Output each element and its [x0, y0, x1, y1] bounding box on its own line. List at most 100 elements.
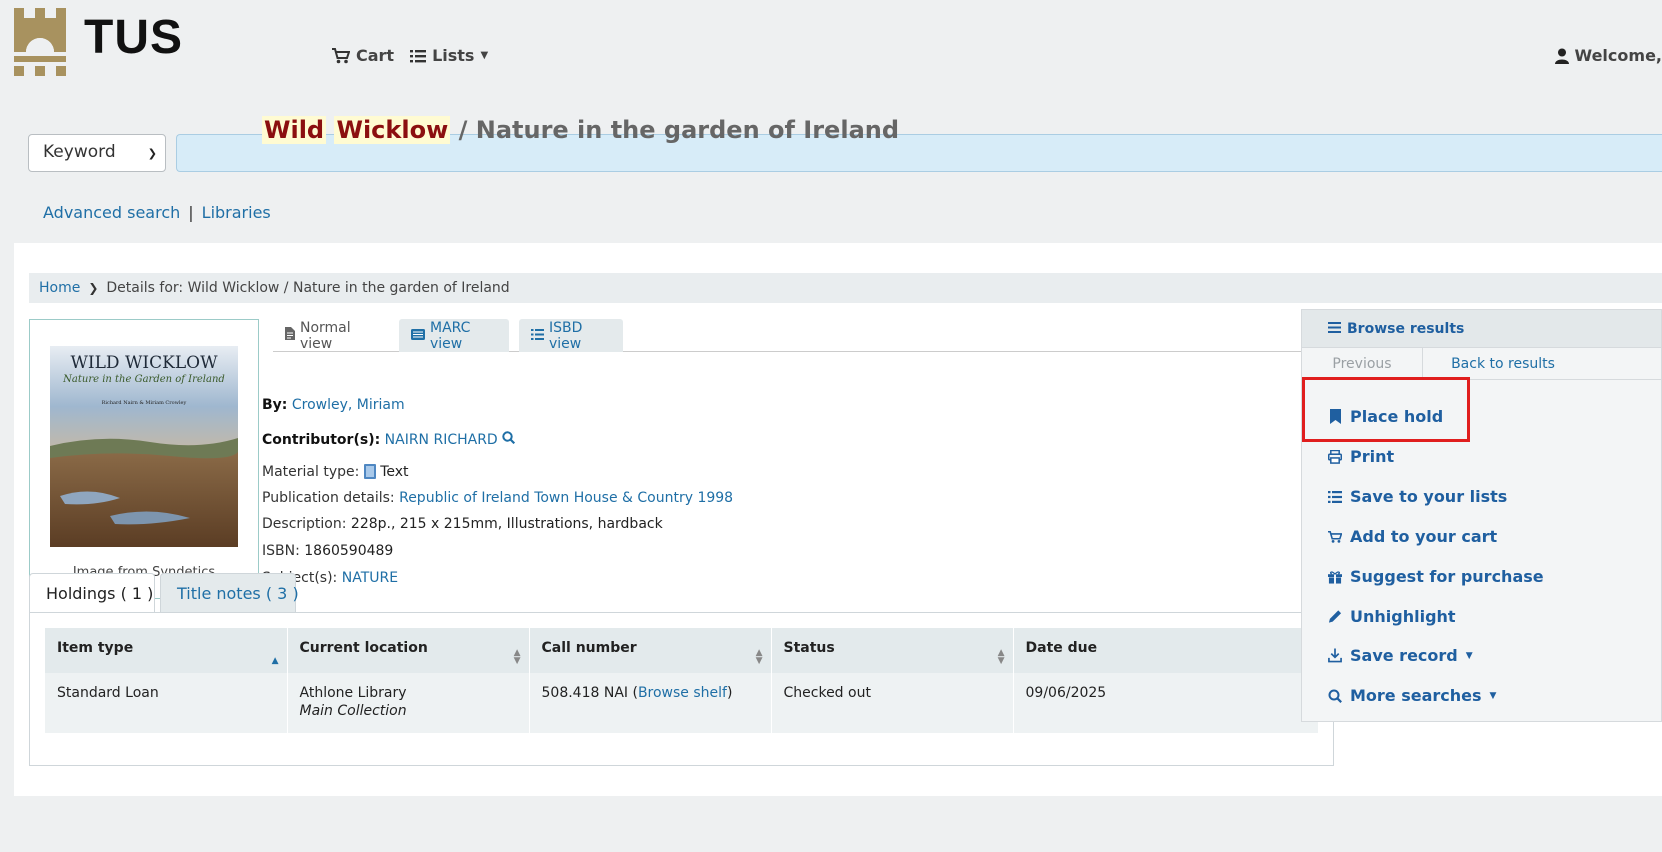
- cart-icon: [1328, 529, 1342, 545]
- sort-asc-icon: ▲: [271, 656, 279, 666]
- search-icon: [1328, 688, 1342, 704]
- document-icon: [285, 327, 295, 344]
- cover-subtitle: Nature in the Garden of Ireland: [62, 374, 225, 385]
- unhighlight-label: Unhighlight: [1350, 607, 1456, 626]
- unhighlight-action[interactable]: Unhighlight: [1328, 607, 1456, 626]
- save-record-label: Save record: [1350, 646, 1458, 665]
- description-value: 228p., 215 x 215mm, Illustrations, hardb…: [350, 516, 663, 532]
- description-row: Description: 228p., 215 x 215mm, Illustr…: [262, 516, 663, 532]
- print-icon: [1328, 449, 1342, 465]
- user-icon: [1554, 48, 1569, 64]
- author-link[interactable]: Crowley, Miriam: [292, 397, 405, 413]
- book-cover-image[interactable]: WILD WICKLOW Nature in the Garden of Ire…: [50, 346, 238, 547]
- column-header-item-type[interactable]: Item type ▲: [45, 628, 288, 673]
- cell-date-due: 09/06/2025: [1013, 673, 1319, 733]
- print-label: Print: [1350, 447, 1395, 466]
- pencil-icon: [1328, 609, 1342, 625]
- libraries-link[interactable]: Libraries: [202, 203, 271, 222]
- tab-holdings[interactable]: Holdings ( 1 ): [29, 573, 155, 613]
- tus-castle-icon: [14, 8, 66, 76]
- tus-logo[interactable]: [14, 8, 66, 80]
- print-action[interactable]: Print: [1328, 447, 1394, 466]
- search-icon[interactable]: [502, 431, 516, 448]
- welcome-text: Welcome,: [1574, 46, 1662, 65]
- cover-title: WILD WICKLOW: [70, 353, 218, 373]
- suggest-purchase-label: Suggest for purchase: [1350, 567, 1544, 586]
- tab-isbd-view[interactable]: ISBD view: [519, 319, 623, 352]
- tab-normal-view[interactable]: Normal view: [273, 319, 393, 352]
- sort-icon: ▲▼: [513, 648, 521, 666]
- publication-label: Publication details:: [262, 490, 395, 506]
- column-header-date-due[interactable]: Date due ▲▼: [1013, 628, 1319, 673]
- user-menu[interactable]: Welcome,: [1554, 46, 1662, 65]
- cart-link[interactable]: Cart: [332, 46, 394, 65]
- add-to-cart-action[interactable]: Add to your cart: [1328, 527, 1497, 546]
- contributors-row: Contributor(s): NAIRN RICHARD: [262, 431, 516, 448]
- sort-icon: ▲▼: [997, 648, 1005, 666]
- cell-call-number: 508.418 NAI (Browse shelf): [529, 673, 772, 733]
- record-actions-sidebar: Browse results Previous Back to results …: [1301, 309, 1662, 722]
- cart-icon: [332, 47, 350, 63]
- save-record-action[interactable]: Save record ▼: [1328, 646, 1473, 665]
- top-nav: Cart Lists ▼: [332, 46, 488, 65]
- sort-icon: ▲▼: [755, 648, 763, 666]
- cell-location: Athlone Library Main Collection: [287, 673, 530, 733]
- browse-shelf-link[interactable]: Browse shelf: [638, 685, 727, 701]
- record-title: Wild Wicklow / Nature in the garden of I…: [262, 116, 899, 144]
- tab-marc-label: MARC view: [430, 319, 471, 352]
- material-value: Text: [380, 464, 409, 480]
- cover-authors: Richard Nairn & Miriam Crowley: [102, 400, 187, 406]
- suggest-purchase-action[interactable]: Suggest for purchase: [1328, 567, 1544, 586]
- advanced-search-link[interactable]: Advanced search: [43, 203, 180, 222]
- chevron-down-icon: ▼: [1465, 650, 1473, 661]
- pagination: Previous Back to results: [1302, 347, 1661, 380]
- save-to-lists-label: Save to your lists: [1350, 487, 1508, 506]
- author-row: By: Crowley, Miriam: [262, 397, 405, 413]
- contributor-link[interactable]: NAIRN RICHARD: [385, 432, 498, 448]
- previous-link[interactable]: Previous: [1302, 348, 1423, 379]
- description-label: Description:: [262, 516, 347, 532]
- gift-icon: [1328, 569, 1342, 585]
- title-highlight-word: Wicklow: [334, 116, 451, 144]
- isbn-value: 1860590489: [304, 543, 394, 559]
- search-type-value: Keyword: [43, 142, 116, 162]
- browse-results-toggle[interactable]: Browse results: [1302, 310, 1661, 347]
- back-to-results-link[interactable]: Back to results: [1423, 348, 1583, 379]
- material-label: Material type:: [262, 464, 360, 480]
- breadcrumb: Home ❯ Details for: Wild Wicklow / Natur…: [29, 273, 1662, 303]
- lists-menu[interactable]: Lists ▼: [410, 46, 488, 65]
- logo-text[interactable]: TUS: [84, 14, 183, 62]
- column-header-location[interactable]: Current location ▲ ▼: [287, 628, 530, 673]
- marc-icon: [411, 328, 425, 344]
- holdings-table: Item type ▲ Current location ▲ ▼ Call num…: [45, 628, 1319, 733]
- publication-link[interactable]: Republic of Ireland Town House & Country…: [399, 490, 733, 506]
- search-type-select[interactable]: Keyword ❯: [28, 134, 166, 172]
- tab-title-notes[interactable]: Title notes ( 3 ): [160, 573, 299, 613]
- call-number-close: ): [726, 685, 733, 701]
- title-rest: / Nature in the garden of Ireland: [458, 116, 900, 144]
- tab-marc-view[interactable]: MARC view: [399, 319, 509, 352]
- breadcrumb-current: Details for: Wild Wicklow / Nature in th…: [106, 280, 510, 296]
- column-header-status[interactable]: Status ▲ ▼: [771, 628, 1014, 673]
- cell-item-type: Standard Loan: [45, 673, 288, 733]
- page-footer-band: [0, 796, 1662, 852]
- column-header-call-number[interactable]: Call number ▲ ▼: [529, 628, 772, 673]
- search-sublinks: Advanced search | Libraries: [43, 203, 271, 222]
- chevron-down-icon: ▼: [480, 50, 489, 61]
- table-row: Standard Loan Athlone Library Main Colle…: [45, 673, 1319, 733]
- breadcrumb-home[interactable]: Home: [39, 280, 80, 296]
- list-icon: [1328, 489, 1342, 505]
- cart-label: Cart: [356, 46, 395, 65]
- contributors-label: Contributor(s):: [262, 432, 381, 448]
- more-searches-action[interactable]: More searches ▼: [1328, 686, 1496, 705]
- chevron-down-icon: ❯: [147, 147, 157, 160]
- list-icon: [410, 49, 427, 62]
- material-type-row: Material type: Text: [262, 464, 409, 480]
- download-icon: [1328, 648, 1342, 664]
- subject-link[interactable]: NATURE: [342, 570, 398, 586]
- save-to-lists-action[interactable]: Save to your lists: [1328, 487, 1507, 506]
- location-name: Athlone Library: [299, 685, 407, 701]
- tab-normal-label: Normal view: [300, 319, 351, 352]
- book-icon: [363, 464, 380, 480]
- isbn-label: ISBN:: [262, 543, 300, 559]
